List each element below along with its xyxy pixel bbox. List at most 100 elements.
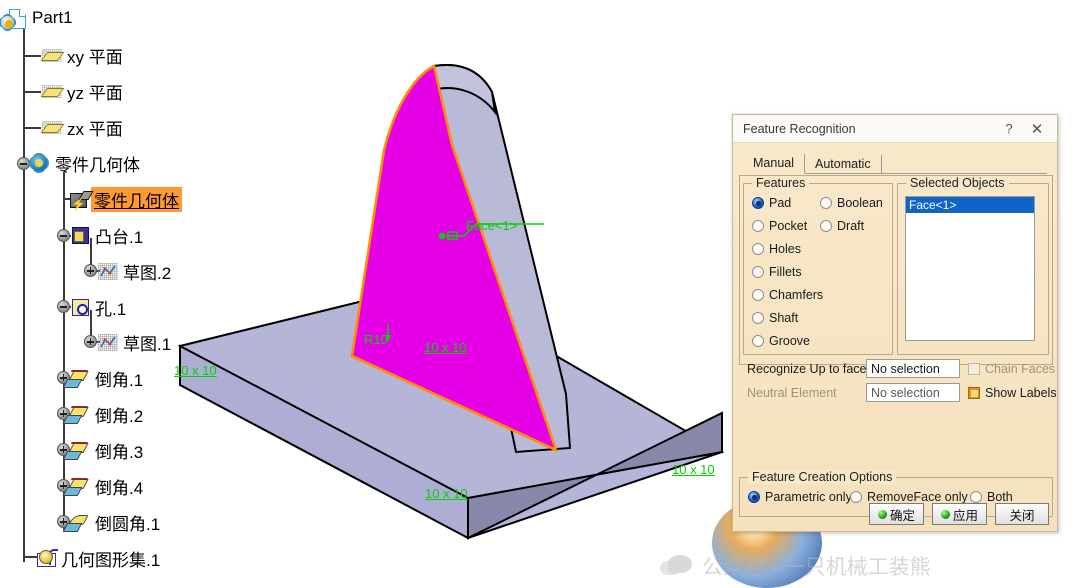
radio-label: RemoveFace only xyxy=(867,490,968,504)
tree-item-sketch1[interactable]: 草图.1 xyxy=(97,329,171,355)
neutral-element-input[interactable]: No selection xyxy=(866,383,960,402)
tree-item-chamfer2[interactable]: 倒角.2 xyxy=(68,401,144,427)
chamfer-icon xyxy=(68,404,91,424)
dialog-titlebar[interactable]: Feature Recognition ? ✕ xyxy=(733,115,1057,143)
checkbox-indicator xyxy=(968,363,980,375)
close-button-label: 关闭 xyxy=(1009,508,1035,523)
radio-pad[interactable]: Pad xyxy=(752,196,791,210)
creation-options-title: Feature Creation Options xyxy=(748,470,897,484)
features-group-title: Features xyxy=(752,176,810,190)
partbody-gear-icon xyxy=(29,153,51,173)
radio-label: Groove xyxy=(769,334,810,348)
radio-indicator xyxy=(752,243,764,255)
tree-item-solid-body[interactable]: ⚡ 零件几何体 xyxy=(69,186,182,212)
selected-objects-list[interactable]: Face<1> xyxy=(905,196,1035,341)
tree-item-label: 凸台.1 xyxy=(95,227,144,247)
tree-item-pad1[interactable]: 凸台.1 xyxy=(69,222,143,248)
recognize-up-to-face-input[interactable]: No selection xyxy=(866,359,960,378)
list-item[interactable]: Face<1> xyxy=(906,197,1034,213)
tree-item-label: 倒角.2 xyxy=(95,406,144,426)
sketch-icon xyxy=(97,261,119,281)
neutral-element-row: Neutral Element xyxy=(747,386,837,400)
apply-status-icon xyxy=(940,509,950,519)
tree-item-partbody[interactable]: 零件几何体 xyxy=(29,150,140,176)
recognize-up-to-face-label: Recognize Up to face xyxy=(747,362,867,376)
tree-item-label: 几何图形集.1 xyxy=(61,550,161,570)
tree-connector xyxy=(23,91,41,93)
radio-both[interactable]: Both xyxy=(970,490,1013,504)
dialog-title: Feature Recognition xyxy=(743,121,856,136)
radio-boolean[interactable]: Boolean xyxy=(820,196,883,210)
tree-trunk-line xyxy=(23,22,25,562)
radio-indicator xyxy=(970,491,982,503)
tree-item-zx-plane[interactable]: zx 平面 xyxy=(40,114,123,140)
wechat-icon xyxy=(660,555,694,577)
radio-parametric-only[interactable]: Parametric only xyxy=(748,490,852,504)
tree-item-label: 倒角.1 xyxy=(95,370,144,390)
tree-item-xy-plane[interactable]: xy 平面 xyxy=(40,42,123,68)
ok-status-icon xyxy=(877,509,887,519)
radio-indicator xyxy=(752,266,764,278)
tree-item-sketch2[interactable]: 草图.2 xyxy=(97,258,171,284)
ok-button[interactable]: 确定 xyxy=(868,503,924,525)
tab-manual[interactable]: Manual xyxy=(743,154,805,174)
tree-item-part1[interactable]: Part1 xyxy=(1,5,73,31)
tree-item-hole1[interactable]: 孔.1 xyxy=(69,294,126,320)
close-button[interactable]: 关闭 xyxy=(995,503,1049,525)
radio-label: Fillets xyxy=(769,265,802,279)
tree-item-label: Part1 xyxy=(32,8,73,27)
radio-draft[interactable]: Draft xyxy=(820,219,864,233)
help-icon[interactable]: ? xyxy=(995,118,1023,140)
geometrical-set-icon xyxy=(35,548,58,568)
tree-item-label: 孔.1 xyxy=(95,299,127,319)
apply-button-label: 应用 xyxy=(952,508,978,523)
watermark: 公众号 · 一只机械工装熊 xyxy=(660,551,931,581)
show-labels-checkbox[interactable]: Show Labels xyxy=(968,386,1057,400)
radio-indicator xyxy=(752,335,764,347)
apply-button[interactable]: 应用 xyxy=(931,503,987,525)
plane-icon xyxy=(40,45,65,65)
chamfer-icon xyxy=(68,476,91,496)
tree-item-chamfer3[interactable]: 倒角.3 xyxy=(68,437,144,463)
radio-indicator xyxy=(752,197,764,209)
radio-groove[interactable]: Groove xyxy=(752,334,810,348)
close-icon[interactable]: ✕ xyxy=(1023,118,1051,140)
show-labels-label: Show Labels xyxy=(985,386,1057,400)
tree-item-fillet1[interactable]: 倒圆角.1 xyxy=(68,509,161,535)
tree-item-geometrical-set[interactable]: 几何图形集.1 xyxy=(35,545,160,571)
chamfer-icon xyxy=(68,368,91,388)
radio-pocket[interactable]: Pocket xyxy=(752,219,807,233)
sketch-icon xyxy=(97,332,119,352)
tree-item-chamfer1[interactable]: 倒角.1 xyxy=(68,365,144,391)
plane-icon xyxy=(40,81,65,101)
radio-fillets[interactable]: Fillets xyxy=(752,265,802,279)
dimension-label: 10 x 10 xyxy=(425,486,468,501)
recognize-up-to-face-row: Recognize Up to face xyxy=(747,362,867,376)
expand-node-sketch1[interactable] xyxy=(84,335,97,348)
radio-holes[interactable]: Holes xyxy=(752,242,801,256)
specification-tree[interactable]: Part1 xy 平面 yz 平面 zx 平面 零件几何体 ⚡ 零件几何体 凸台… xyxy=(0,0,230,587)
tree-item-chamfer4[interactable]: 倒角.4 xyxy=(68,473,143,499)
radio-removeface-only[interactable]: RemoveFace only xyxy=(850,490,968,504)
radio-label: Boolean xyxy=(837,196,883,210)
tree-item-yz-plane[interactable]: yz 平面 xyxy=(40,78,123,104)
radio-label: Chamfers xyxy=(769,288,824,302)
dialog-tabs[interactable]: Manual Automatic xyxy=(743,151,1047,174)
chain-faces-checkbox[interactable]: Chain Faces xyxy=(968,362,1055,376)
radio-shaft[interactable]: Shaft xyxy=(752,311,798,325)
tree-subtrunk-line xyxy=(63,172,65,530)
expand-node-sketch2[interactable] xyxy=(84,264,97,277)
radio-chamfers[interactable]: Chamfers xyxy=(752,288,823,302)
tree-item-label: 倒角.3 xyxy=(95,442,144,462)
radio-indicator xyxy=(752,220,764,232)
feature-recognition-dialog[interactable]: Feature Recognition ? ✕ Manual Automatic… xyxy=(732,114,1058,532)
tree-item-label: 草图.1 xyxy=(123,334,172,354)
chain-faces-label: Chain Faces xyxy=(985,362,1056,376)
tree-item-label: 倒圆角.1 xyxy=(95,514,161,534)
radio-label: Pad xyxy=(769,196,792,210)
dialog-body: Manual Automatic Features Pad Boolean Po… xyxy=(733,143,1057,531)
neutral-element-label: Neutral Element xyxy=(747,386,837,400)
tree-item-label: yz 平面 xyxy=(67,83,123,103)
tab-automatic[interactable]: Automatic xyxy=(805,155,882,174)
radio-indicator xyxy=(850,491,862,503)
